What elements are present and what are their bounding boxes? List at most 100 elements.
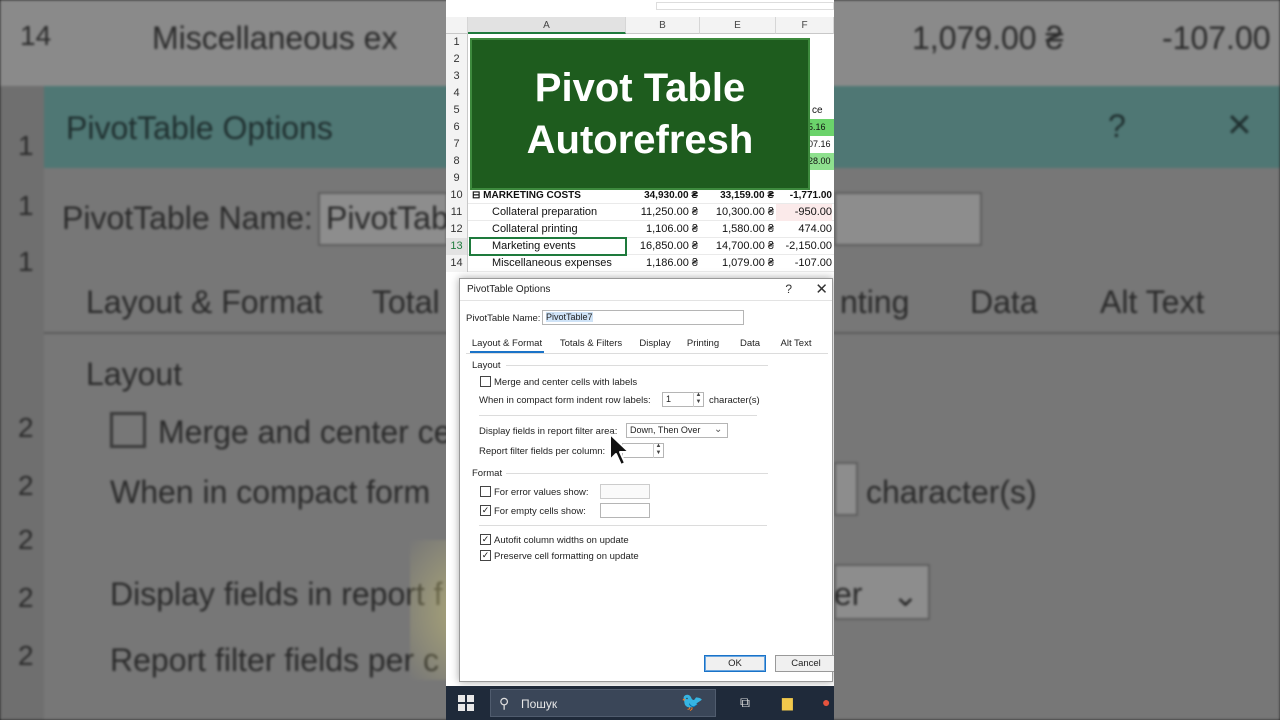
row-header[interactable]: 11: [446, 204, 468, 221]
taskbar-search-box[interactable]: ⚲ Пошук 🐦: [490, 689, 716, 717]
chevron-down-icon[interactable]: ⌄: [714, 424, 722, 435]
cancel-button[interactable]: Cancel: [775, 655, 834, 672]
empty-cells-input[interactable]: [600, 503, 650, 518]
indent-spinner[interactable]: ▲ ▼: [693, 392, 703, 407]
column-header-f[interactable]: F: [776, 17, 834, 34]
bg-name-field-right: [834, 192, 982, 246]
file-explorer-icon[interactable]: ▆: [782, 694, 793, 711]
cell-f12[interactable]: 474.00: [776, 221, 832, 238]
bg-row-edge: 2: [18, 640, 34, 671]
bg-tab-layout: Layout & Format: [86, 284, 323, 320]
row-header[interactable]: 1: [446, 34, 468, 51]
cell-b13[interactable]: 16,850.00 ₴: [626, 238, 698, 255]
row-header[interactable]: 8: [446, 153, 468, 170]
bg-row-edge: 1: [18, 130, 34, 161]
browser-icon[interactable]: ●: [822, 694, 830, 710]
error-values-input[interactable]: [600, 484, 650, 499]
pivottable-name-label: PivotTable Name:: [466, 313, 541, 324]
corner-cell[interactable]: [446, 17, 468, 34]
row-header[interactable]: 4: [446, 85, 468, 102]
taskbar: ⚲ Пошук 🐦 ⧉ ▆ ●: [446, 686, 834, 720]
row-header[interactable]: 13: [446, 238, 468, 255]
cell-b11[interactable]: 11,250.00 ₴: [626, 204, 698, 221]
cell-f8[interactable]: 28.00: [808, 153, 834, 170]
merge-cells-label: Merge and center cells with labels: [494, 377, 638, 388]
row-divider: [479, 525, 767, 526]
pivottable-options-dialog: PivotTable Options ? ✕ PivotTable Name: …: [459, 278, 834, 682]
bg-row-number: 14: [20, 20, 52, 51]
bg-tab-alttext: Alt Text: [1100, 284, 1205, 320]
empty-cells-checkbox[interactable]: ✓: [480, 505, 491, 516]
bg-row-edge: 2: [18, 524, 34, 555]
cell-f7[interactable]: 07.16: [808, 136, 834, 153]
display-fields-dropdown[interactable]: Down, Then Over: [626, 423, 728, 438]
cell-f6[interactable]: 5.16: [808, 119, 834, 136]
pivottable-name-value: PivotTable7: [546, 312, 593, 322]
tab-divider: [466, 353, 828, 354]
cell-f5[interactable]: ce: [812, 102, 834, 119]
windows-start-icon[interactable]: [458, 695, 474, 711]
tab-data[interactable]: Data: [736, 335, 764, 353]
mouse-cursor-icon: [609, 433, 630, 466]
tab-display[interactable]: Display: [635, 335, 675, 353]
bg-close-icon: ✕: [1226, 107, 1253, 143]
cell-e14[interactable]: 1,079.00 ₴: [700, 255, 774, 272]
section-divider: [506, 365, 768, 366]
cell-a14[interactable]: Miscellaneous expenses: [492, 255, 626, 272]
preserve-formatting-checkbox[interactable]: ✓: [480, 550, 491, 561]
row-header[interactable]: 7: [446, 136, 468, 153]
tab-totals-filters[interactable]: Totals & Filters: [555, 335, 627, 353]
bg-tab-data: Data: [970, 284, 1038, 320]
row-header[interactable]: 10: [446, 187, 468, 204]
row-header[interactable]: 14: [446, 255, 468, 272]
column-header-b[interactable]: B: [626, 17, 700, 34]
merge-cells-checkbox[interactable]: [480, 376, 491, 387]
cell-a11[interactable]: Collateral preparation: [492, 204, 626, 221]
row-header[interactable]: 6: [446, 119, 468, 136]
preserve-formatting-label: Preserve cell formatting on update: [494, 551, 639, 562]
bird-icon: 🐦: [681, 692, 704, 712]
help-icon[interactable]: ?: [785, 282, 792, 296]
bg-indent-label: When in compact form: [110, 474, 431, 510]
bg-row-edge: 2: [18, 582, 34, 613]
cell-e13[interactable]: 14,700.00 ₴: [700, 238, 774, 255]
row-header[interactable]: 12: [446, 221, 468, 238]
cell-a13[interactable]: Marketing events: [492, 238, 626, 255]
cell-f13[interactable]: -2,150.00: [776, 238, 832, 255]
cell-e12[interactable]: 1,580.00 ₴: [700, 221, 774, 238]
bg-report-label: Report filter fields per c: [110, 642, 440, 678]
cell-b12[interactable]: 1,106.00 ₴: [626, 221, 698, 238]
row-header[interactable]: 5: [446, 102, 468, 119]
banner-line-1: Pivot Table: [534, 66, 746, 110]
cell-e11[interactable]: 10,300.00 ₴: [700, 204, 774, 221]
tab-layout-format[interactable]: Layout & Format: [470, 335, 544, 353]
cell-f11[interactable]: -950.00: [776, 204, 832, 221]
bg-merge-checkbox: [110, 412, 146, 448]
cell-f14[interactable]: -107.00: [776, 255, 832, 272]
column-header-a[interactable]: A: [468, 17, 626, 34]
column-header-e[interactable]: E: [700, 17, 776, 34]
bg-display-label: Display fields in report f: [110, 576, 443, 612]
close-icon[interactable]: ✕: [815, 280, 828, 298]
tab-alt-text[interactable]: Alt Text: [776, 335, 816, 353]
error-values-checkbox[interactable]: [480, 486, 491, 497]
cell-b14[interactable]: 1,186.00 ₴: [626, 255, 698, 272]
bg-tab-totals: Total: [372, 284, 440, 320]
autofit-checkbox[interactable]: ✓: [480, 534, 491, 545]
formula-bar[interactable]: [656, 2, 834, 10]
report-filter-spinner[interactable]: ▲ ▼: [653, 443, 663, 458]
report-filter-label: Report filter fields per column:: [479, 446, 606, 457]
row-header[interactable]: 2: [446, 51, 468, 68]
row-header[interactable]: 9: [446, 170, 468, 187]
tab-printing[interactable]: Printing: [682, 335, 724, 353]
bg-merge-label: Merge and center ce: [158, 414, 452, 450]
bg-row-edge: 1: [18, 246, 34, 277]
pivottable-name-input[interactable]: PivotTable7: [542, 310, 744, 325]
row-header[interactable]: 3: [446, 68, 468, 85]
bg-layout-section: Layout: [86, 356, 183, 392]
cell-a12[interactable]: Collateral printing: [492, 221, 626, 238]
ok-button[interactable]: OK: [704, 655, 766, 672]
error-values-label: For error values show:: [494, 487, 589, 498]
dialog-titlebar[interactable]: PivotTable Options ? ✕: [460, 279, 832, 301]
task-view-icon[interactable]: ⧉: [740, 694, 750, 711]
